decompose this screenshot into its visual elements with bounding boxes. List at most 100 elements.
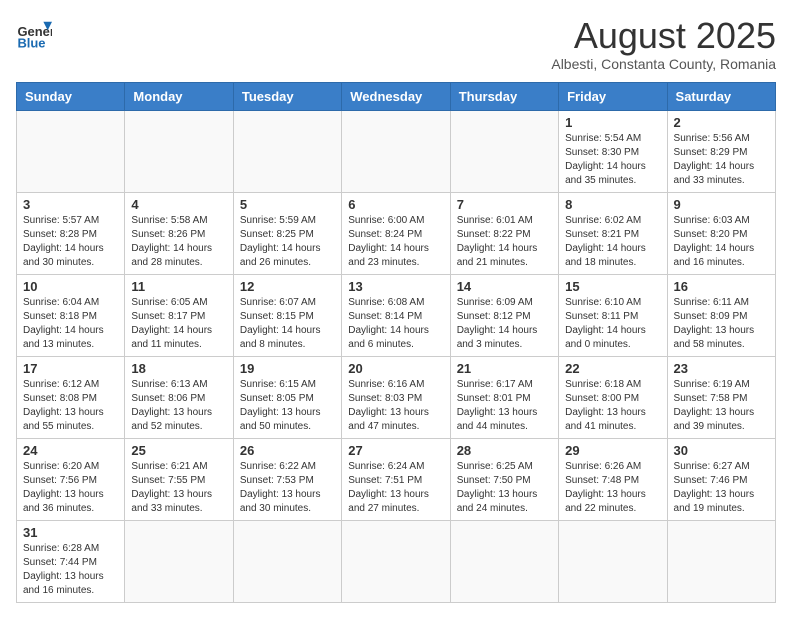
- calendar-day-cell: 30Sunrise: 6:27 AM Sunset: 7:46 PM Dayli…: [667, 438, 775, 520]
- day-info: Sunrise: 5:58 AM Sunset: 8:26 PM Dayligh…: [131, 214, 226, 270]
- day-number: 12: [240, 279, 335, 294]
- day-of-week-header: Friday: [559, 82, 667, 110]
- calendar-day-cell: 3Sunrise: 5:57 AM Sunset: 8:28 PM Daylig…: [17, 192, 125, 274]
- calendar-day-cell: 19Sunrise: 6:15 AM Sunset: 8:05 PM Dayli…: [233, 356, 341, 438]
- calendar-week-row: 17 Sunrise: 6:12 AM Sunset: 8:08 PM Dayli…: [17, 356, 776, 438]
- day-info: Sunrise: 6:08 AM Sunset: 8:14 PM Dayligh…: [348, 296, 443, 352]
- calendar-day-cell: 18 Sunrise: 6:13 AM Sunset: 8:06 PM Dayli…: [125, 356, 233, 438]
- day-info: Sunrise: 6:13 AM Sunset: 8:06 PM Dayligh…: [131, 378, 226, 434]
- day-info: Sunrise: 6:02 AM Sunset: 8:21 PM Dayligh…: [565, 214, 660, 270]
- day-info: Sunrise: 6:25 AM Sunset: 7:50 PM Dayligh…: [457, 460, 552, 516]
- day-info: Sunrise: 6:11 AM Sunset: 8:09 PM Dayligh…: [674, 296, 769, 352]
- day-info: Sunrise: 6:16 AM Sunset: 8:03 PM Dayligh…: [348, 378, 443, 434]
- day-info: Sunrise: 6:22 AM Sunset: 7:53 PM Dayligh…: [240, 460, 335, 516]
- calendar-day-cell: [667, 520, 775, 602]
- day-number: 11: [131, 279, 226, 294]
- calendar-week-row: 31Sunrise: 6:28 AM Sunset: 7:44 PM Dayli…: [17, 520, 776, 602]
- day-number: 15: [565, 279, 660, 294]
- day-info: Sunrise: 6:00 AM Sunset: 8:24 PM Dayligh…: [348, 214, 443, 270]
- calendar-day-cell: 9Sunrise: 6:03 AM Sunset: 8:20 PM Daylig…: [667, 192, 775, 274]
- day-info: Sunrise: 6:10 AM Sunset: 8:11 PM Dayligh…: [565, 296, 660, 352]
- calendar-day-cell: [125, 110, 233, 192]
- calendar-day-cell: 4 Sunrise: 5:58 AM Sunset: 8:26 PM Daylig…: [125, 192, 233, 274]
- calendar-day-cell: 2 Sunrise: 5:56 AM Sunset: 8:29 PM Daylig…: [667, 110, 775, 192]
- calendar-day-cell: 22Sunrise: 6:18 AM Sunset: 8:00 PM Dayli…: [559, 356, 667, 438]
- day-of-week-header: Saturday: [667, 82, 775, 110]
- day-number: 27: [348, 443, 443, 458]
- calendar-day-cell: 6Sunrise: 6:00 AM Sunset: 8:24 PM Daylig…: [342, 192, 450, 274]
- logo-icon: General Blue: [16, 16, 52, 52]
- calendar-day-cell: 5 Sunrise: 5:59 AM Sunset: 8:25 PM Daylig…: [233, 192, 341, 274]
- day-info: Sunrise: 6:17 AM Sunset: 8:01 PM Dayligh…: [457, 378, 552, 434]
- day-info: Sunrise: 5:59 AM Sunset: 8:25 PM Dayligh…: [240, 214, 335, 270]
- calendar-day-cell: 13 Sunrise: 6:08 AM Sunset: 8:14 PM Dayli…: [342, 274, 450, 356]
- day-info: Sunrise: 6:27 AM Sunset: 7:46 PM Dayligh…: [674, 460, 769, 516]
- logo: General Blue: [16, 16, 52, 52]
- calendar-day-cell: [450, 520, 558, 602]
- calendar-day-cell: 14Sunrise: 6:09 AM Sunset: 8:12 PM Dayli…: [450, 274, 558, 356]
- calendar-week-row: 1 Sunrise: 5:54 AM Sunset: 8:30 PM Daylig…: [17, 110, 776, 192]
- calendar-week-row: 10 Sunrise: 6:04 AM Sunset: 8:18 PM Dayli…: [17, 274, 776, 356]
- calendar-day-cell: 25Sunrise: 6:21 AM Sunset: 7:55 PM Dayli…: [125, 438, 233, 520]
- calendar-day-cell: [233, 110, 341, 192]
- day-number: 7: [457, 197, 552, 212]
- calendar-day-cell: [233, 520, 341, 602]
- day-number: 1: [565, 115, 660, 130]
- header: General Blue August 2025 Albesti, Consta…: [16, 16, 776, 72]
- day-info: Sunrise: 6:28 AM Sunset: 7:44 PM Dayligh…: [23, 542, 118, 598]
- calendar-day-cell: 7 Sunrise: 6:01 AM Sunset: 8:22 PM Daylig…: [450, 192, 558, 274]
- calendar-week-row: 24 Sunrise: 6:20 AM Sunset: 7:56 PM Dayli…: [17, 438, 776, 520]
- day-of-week-header: Monday: [125, 82, 233, 110]
- calendar-day-cell: 1 Sunrise: 5:54 AM Sunset: 8:30 PM Daylig…: [559, 110, 667, 192]
- day-number: 4: [131, 197, 226, 212]
- day-number: 29: [565, 443, 660, 458]
- calendar-subtitle: Albesti, Constanta County, Romania: [551, 56, 776, 72]
- day-number: 8: [565, 197, 660, 212]
- day-number: 10: [23, 279, 118, 294]
- day-info: Sunrise: 5:56 AM Sunset: 8:29 PM Dayligh…: [674, 132, 769, 188]
- day-info: Sunrise: 6:09 AM Sunset: 8:12 PM Dayligh…: [457, 296, 552, 352]
- day-of-week-header: Wednesday: [342, 82, 450, 110]
- day-number: 24: [23, 443, 118, 458]
- day-of-week-header: Thursday: [450, 82, 558, 110]
- calendar-day-cell: 24 Sunrise: 6:20 AM Sunset: 7:56 PM Dayli…: [17, 438, 125, 520]
- day-info: Sunrise: 6:05 AM Sunset: 8:17 PM Dayligh…: [131, 296, 226, 352]
- day-info: Sunrise: 5:57 AM Sunset: 8:28 PM Dayligh…: [23, 214, 118, 270]
- calendar-title: August 2025: [551, 16, 776, 56]
- calendar-week-row: 3Sunrise: 5:57 AM Sunset: 8:28 PM Daylig…: [17, 192, 776, 274]
- calendar-day-cell: [342, 520, 450, 602]
- day-number: 16: [674, 279, 769, 294]
- calendar-day-cell: [559, 520, 667, 602]
- calendar-day-cell: 12Sunrise: 6:07 AM Sunset: 8:15 PM Dayli…: [233, 274, 341, 356]
- day-number: 17: [23, 361, 118, 376]
- day-info: Sunrise: 6:04 AM Sunset: 8:18 PM Dayligh…: [23, 296, 118, 352]
- day-info: Sunrise: 6:18 AM Sunset: 8:00 PM Dayligh…: [565, 378, 660, 434]
- day-number: 21: [457, 361, 552, 376]
- day-info: Sunrise: 6:26 AM Sunset: 7:48 PM Dayligh…: [565, 460, 660, 516]
- day-info: Sunrise: 6:01 AM Sunset: 8:22 PM Dayligh…: [457, 214, 552, 270]
- day-info: Sunrise: 5:54 AM Sunset: 8:30 PM Dayligh…: [565, 132, 660, 188]
- day-info: Sunrise: 6:20 AM Sunset: 7:56 PM Dayligh…: [23, 460, 118, 516]
- day-number: 18: [131, 361, 226, 376]
- day-number: 2: [674, 115, 769, 130]
- calendar-day-cell: 27Sunrise: 6:24 AM Sunset: 7:51 PM Dayli…: [342, 438, 450, 520]
- calendar-header-row: SundayMondayTuesdayWednesdayThursdayFrid…: [17, 82, 776, 110]
- calendar-day-cell: 29 Sunrise: 6:26 AM Sunset: 7:48 PM Dayli…: [559, 438, 667, 520]
- day-info: Sunrise: 6:12 AM Sunset: 8:08 PM Dayligh…: [23, 378, 118, 434]
- day-number: 20: [348, 361, 443, 376]
- day-number: 13: [348, 279, 443, 294]
- day-number: 9: [674, 197, 769, 212]
- day-number: 28: [457, 443, 552, 458]
- calendar-day-cell: 17 Sunrise: 6:12 AM Sunset: 8:08 PM Dayli…: [17, 356, 125, 438]
- day-number: 5: [240, 197, 335, 212]
- calendar-table: SundayMondayTuesdayWednesdayThursdayFrid…: [16, 82, 776, 603]
- calendar-day-cell: [17, 110, 125, 192]
- day-of-week-header: Sunday: [17, 82, 125, 110]
- day-number: 23: [674, 361, 769, 376]
- day-info: Sunrise: 6:21 AM Sunset: 7:55 PM Dayligh…: [131, 460, 226, 516]
- calendar-day-cell: 21 Sunrise: 6:17 AM Sunset: 8:01 PM Dayli…: [450, 356, 558, 438]
- calendar-day-cell: 15 Sunrise: 6:10 AM Sunset: 8:11 PM Dayli…: [559, 274, 667, 356]
- calendar-day-cell: 20 Sunrise: 6:16 AM Sunset: 8:03 PM Dayli…: [342, 356, 450, 438]
- calendar-day-cell: [342, 110, 450, 192]
- calendar-day-cell: 26Sunrise: 6:22 AM Sunset: 7:53 PM Dayli…: [233, 438, 341, 520]
